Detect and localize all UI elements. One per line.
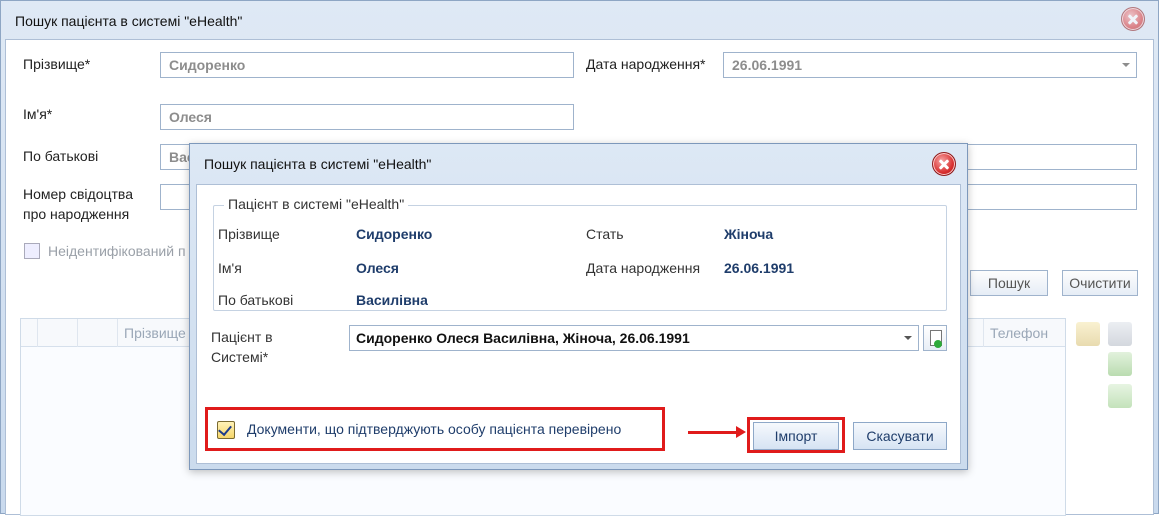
grid-col-phone[interactable]: Телефон bbox=[983, 319, 1067, 347]
patient-card-button[interactable] bbox=[923, 325, 947, 351]
main-close-icon[interactable] bbox=[1121, 7, 1145, 31]
surname-input[interactable]: Сидоренко bbox=[160, 52, 574, 78]
unidentified-label: Неідентифікований п bbox=[48, 243, 186, 259]
dialog-close-icon[interactable] bbox=[932, 152, 956, 176]
dlg-dob-label: Дата народження bbox=[586, 260, 701, 276]
dlg-gender-value: Жіноча bbox=[724, 226, 774, 242]
dlg-dob-value: 26.06.1991 bbox=[724, 260, 795, 276]
dob-input[interactable]: 26.06.1991 bbox=[723, 52, 1137, 78]
dialog-body: Пацієнт в системі "eHealth" Прізвище Сид… bbox=[196, 184, 961, 464]
patient-select-value: Сидоренко Олеся Василівна, Жіноча, 26.06… bbox=[356, 330, 690, 346]
chevron-down-icon[interactable] bbox=[1122, 63, 1130, 67]
unidentified-checkbox[interactable] bbox=[24, 243, 40, 259]
tools-icon[interactable] bbox=[1108, 322, 1132, 346]
patronymic-label: По батькові bbox=[23, 148, 99, 164]
annotation-arrow-head bbox=[736, 426, 746, 438]
cancel-button[interactable]: Скасувати bbox=[853, 422, 947, 450]
dlg-patronymic-value: Василівна bbox=[356, 292, 428, 308]
dob-label: Дата народження* bbox=[586, 56, 706, 72]
patient-select[interactable]: Сидоренко Олеся Василівна, Жіноча, 26.06… bbox=[349, 325, 919, 351]
chevron-down-icon[interactable] bbox=[904, 336, 912, 340]
patient-select-label: Пацієнт в Системі* bbox=[211, 329, 273, 365]
import-button[interactable]: Імпорт bbox=[753, 422, 839, 450]
clear-button[interactable]: Очистити bbox=[1062, 270, 1138, 296]
dlg-gender-label: Стать bbox=[586, 226, 624, 242]
main-window-title: Пошук пацієнта в системі "eHealth" bbox=[15, 13, 243, 29]
dlg-patronymic-label: По батькові bbox=[218, 292, 294, 308]
documents-verified-checkbox[interactable] bbox=[217, 421, 235, 439]
grid-col-1[interactable] bbox=[37, 319, 77, 347]
document-icon bbox=[930, 330, 942, 348]
patient-group: Пацієнт в системі "eHealth" Прізвище Сид… bbox=[213, 196, 947, 311]
name-label: Ім'я* bbox=[23, 106, 53, 122]
name-input[interactable]: Олеся bbox=[160, 104, 574, 130]
dlg-name-label: Ім'я bbox=[218, 260, 242, 276]
check-icon bbox=[218, 421, 232, 437]
group-title: Пацієнт в системі "eHealth" bbox=[224, 196, 409, 212]
dlg-surname-label: Прізвище bbox=[218, 226, 280, 242]
birth-cert-label: Номер свідоцтва про народження bbox=[23, 186, 133, 222]
documents-verified-label: Документи, що підтверджують особу пацієн… bbox=[247, 421, 622, 437]
search-button[interactable]: Пошук bbox=[970, 270, 1048, 296]
surname-label: Прізвище* bbox=[23, 56, 91, 72]
grid-col-2[interactable] bbox=[77, 319, 117, 347]
dialog-title: Пошук пацієнта в системі "eHealth" bbox=[204, 156, 432, 172]
dlg-surname-value: Сидоренко bbox=[356, 226, 433, 242]
annotation-arrow bbox=[688, 431, 738, 434]
dob-value: 26.06.1991 bbox=[732, 57, 803, 73]
flag-icon[interactable] bbox=[1108, 384, 1132, 408]
sync-icon[interactable] bbox=[1108, 352, 1132, 376]
dlg-name-value: Олеся bbox=[356, 260, 399, 276]
ehealth-dialog: Пошук пацієнта в системі "eHealth" Паціє… bbox=[189, 143, 968, 470]
edit-icon[interactable] bbox=[1076, 322, 1100, 346]
